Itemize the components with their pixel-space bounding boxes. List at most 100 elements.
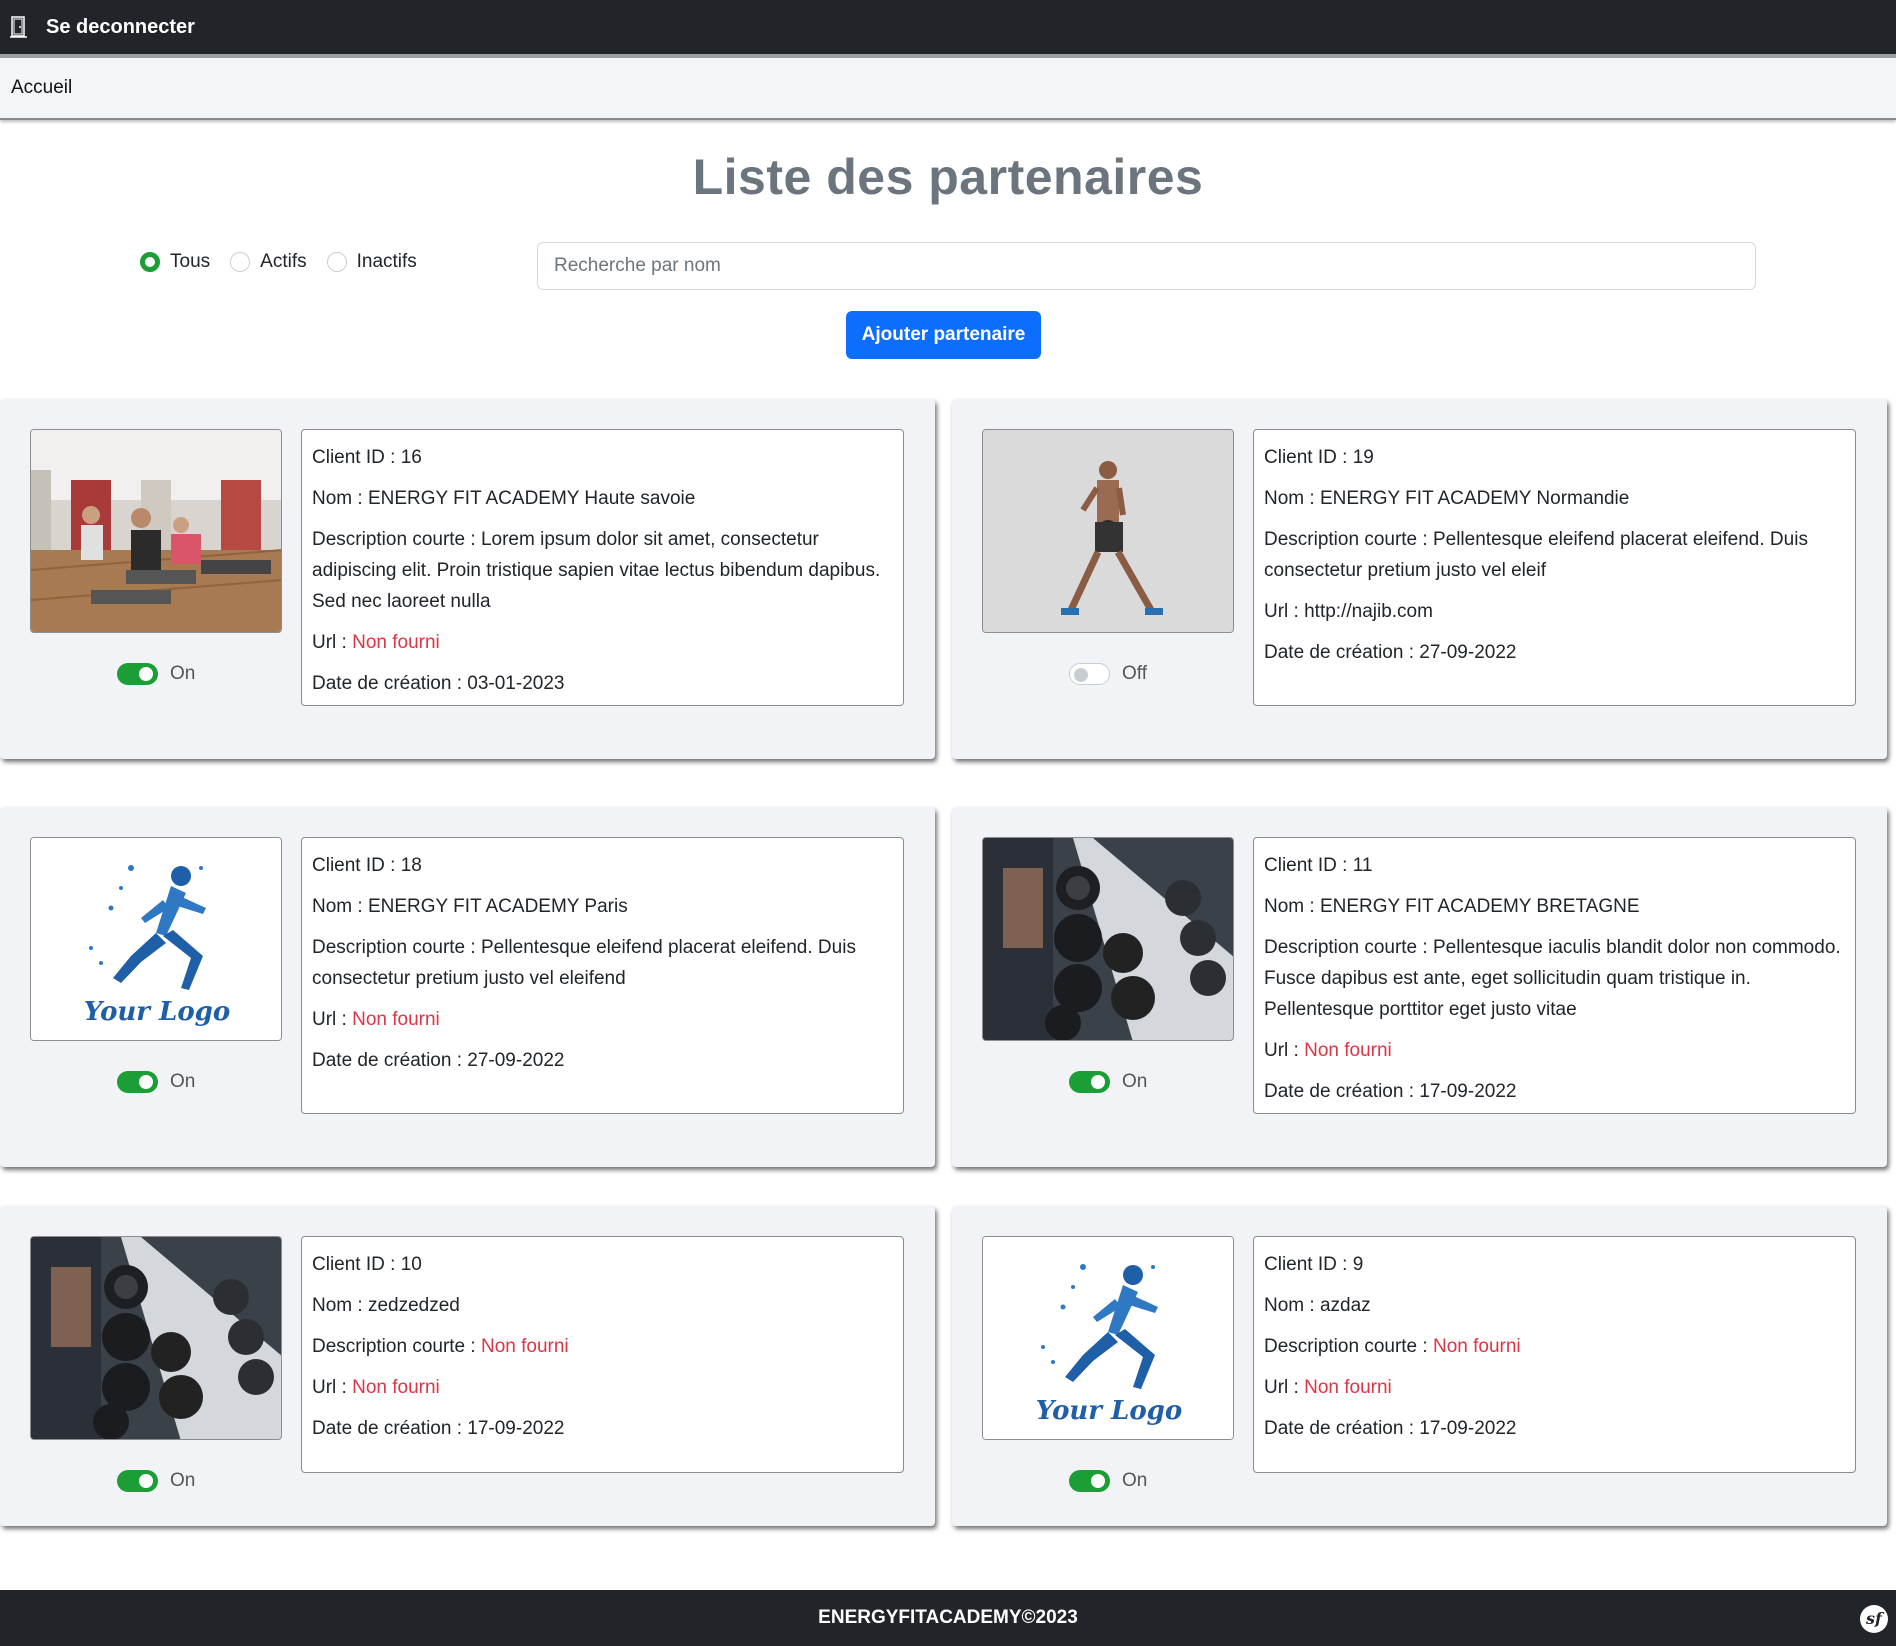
partner-description: Non fourni	[1432, 1336, 1521, 1357]
date-row: Date de création : 17-09-2022	[312, 1418, 565, 1439]
toggle-switch-icon[interactable]	[1069, 1071, 1110, 1093]
navbar: Accueil	[0, 58, 1896, 120]
description-row: Description courte : Lorem ipsum dolor s…	[312, 529, 881, 612]
client-id-row: Client ID : 10	[312, 1254, 422, 1275]
status-label: On	[170, 1470, 196, 1491]
name-row: Nom : ENERGY FIT ACADEMY Paris	[312, 896, 628, 917]
partner-card: Off Client ID : 19 Nom : ENERGY FIT ACAD…	[952, 399, 1887, 759]
partner-image: Your Logo	[30, 837, 282, 1041]
status-label: On	[170, 663, 196, 684]
description-row: Description courte : Non fourni	[312, 1336, 569, 1357]
name-row: Nom : zedzedzed	[312, 1295, 460, 1316]
toggle-switch-icon[interactable]	[1069, 1470, 1110, 1492]
status-label: On	[170, 1071, 196, 1092]
client-id: 10	[400, 1254, 422, 1275]
description-row: Description courte : Pellentesque eleife…	[312, 937, 856, 989]
partner-url[interactable]: http://najib.com	[1304, 601, 1433, 622]
partner-name: zedzedzed	[367, 1295, 460, 1316]
status-toggle[interactable]: On	[1069, 1071, 1147, 1093]
radio-all-icon[interactable]	[140, 252, 160, 272]
client-id: 11	[1352, 855, 1373, 876]
toggle-switch-icon[interactable]	[117, 1470, 158, 1492]
client-id: 18	[400, 855, 422, 876]
creation-date: 17-09-2022	[1419, 1418, 1517, 1439]
creation-date: 27-09-2022	[467, 1050, 565, 1071]
partner-name: ENERGY FIT ACADEMY Normandie	[1319, 488, 1630, 509]
your-logo-runner: Your Logo	[983, 1237, 1234, 1440]
status-toggle[interactable]: Off	[1069, 663, 1147, 685]
name-row: Nom : ENERGY FIT ACADEMY BRETAGNE	[1264, 896, 1640, 917]
client-id: 19	[1352, 447, 1374, 468]
logout-link[interactable]: Se deconnecter	[46, 16, 195, 39]
date-row: Date de création : 03-01-2023	[312, 673, 565, 694]
date-row: Date de création : 27-09-2022	[1264, 642, 1517, 663]
status-toggle[interactable]: On	[117, 1470, 195, 1492]
toggle-switch-icon[interactable]	[1069, 663, 1110, 685]
description-row: Description courte : Pellentesque eleife…	[1264, 529, 1808, 581]
nav-home-link[interactable]: Accueil	[11, 77, 72, 99]
athlete-kettlebell-photo	[983, 430, 1234, 633]
search-input[interactable]	[537, 242, 1756, 290]
creation-date: 17-09-2022	[1419, 1081, 1517, 1102]
partner-info: Client ID : 10 Nom : zedzedzed Descripti…	[301, 1236, 904, 1473]
filter-inactive-label: Inactifs	[356, 251, 417, 272]
date-row: Date de création : 17-09-2022	[1264, 1081, 1517, 1102]
toggle-switch-icon[interactable]	[117, 1071, 158, 1093]
footer-copyright: ENERGYFITACADEMY©2023	[818, 1607, 1078, 1628]
partner-card: On Client ID : 16 Nom : ENERGY FIT ACADE…	[0, 399, 935, 759]
client-id: 16	[400, 447, 422, 468]
top-bar: Se deconnecter	[0, 0, 1896, 54]
partner-name: azdaz	[1319, 1295, 1371, 1316]
filter-all[interactable]: Tous	[140, 251, 210, 273]
status-toggle[interactable]: On	[1069, 1470, 1147, 1492]
status-toggle[interactable]: On	[117, 663, 195, 685]
footer: ENERGYFITACADEMY©2023 sf	[0, 1590, 1896, 1646]
name-row: Nom : azdaz	[1264, 1295, 1371, 1316]
partner-image	[982, 837, 1234, 1041]
partner-info: Client ID : 16 Nom : ENERGY FIT ACADEMY …	[301, 429, 904, 706]
client-id-row: Client ID : 19	[1264, 447, 1374, 468]
your-logo-runner: Your Logo	[31, 838, 282, 1041]
dumbbell-rack-photo	[983, 838, 1234, 1041]
url-row: Url : Non fourni	[312, 632, 440, 653]
logo-text: Your Logo	[1036, 1396, 1182, 1426]
url-row: Url : http://najib.com	[1264, 601, 1433, 622]
creation-date: 27-09-2022	[1419, 642, 1517, 663]
fitness-class-photo	[31, 430, 282, 633]
filter-inactive[interactable]: Inactifs	[326, 251, 417, 273]
url-row: Url : Non fourni	[1264, 1377, 1392, 1398]
partner-image	[982, 429, 1234, 633]
page-title: Liste des partenaires	[692, 149, 1204, 205]
date-row: Date de création : 17-09-2022	[1264, 1418, 1517, 1439]
filter-active-label: Actifs	[260, 251, 307, 272]
date-row: Date de création : 27-09-2022	[312, 1050, 565, 1071]
symfony-icon[interactable]: sf	[1860, 1605, 1888, 1633]
dumbbell-rack-photo	[31, 1237, 282, 1440]
filter-active[interactable]: Actifs	[230, 251, 307, 273]
partner-description: Non fourni	[480, 1336, 569, 1357]
partner-info: Client ID : 9 Nom : azdaz Description co…	[1253, 1236, 1856, 1473]
partner-card: On Client ID : 10 Nom : zedzedzed Descri…	[0, 1206, 935, 1526]
partner-image	[30, 1236, 282, 1440]
status-filter-group: Tous Actifs Inactifs	[140, 251, 417, 273]
partner-name: ENERGY FIT ACADEMY Haute savoie	[367, 488, 696, 509]
partner-url: Non fourni	[352, 632, 440, 653]
partner-url: Non fourni	[1304, 1040, 1392, 1061]
creation-date: 03-01-2023	[467, 673, 565, 694]
status-label: On	[1122, 1470, 1148, 1491]
door-icon[interactable]	[10, 16, 28, 38]
name-row: Nom : ENERGY FIT ACADEMY Normandie	[1264, 488, 1630, 509]
partner-url: Non fourni	[352, 1377, 440, 1398]
partner-name: ENERGY FIT ACADEMY BRETAGNE	[1319, 896, 1640, 917]
client-id-row: Client ID : 16	[312, 447, 422, 468]
radio-inactive-icon[interactable]	[326, 252, 347, 272]
add-partner-button[interactable]: Ajouter partenaire	[846, 311, 1041, 359]
partner-info: Client ID : 18 Nom : ENERGY FIT ACADEMY …	[301, 837, 904, 1114]
name-row: Nom : ENERGY FIT ACADEMY Haute savoie	[312, 488, 696, 509]
client-id-row: Client ID : 11	[1264, 855, 1373, 876]
status-toggle[interactable]: On	[117, 1071, 195, 1093]
toggle-switch-icon[interactable]	[117, 663, 158, 685]
radio-active-icon[interactable]	[230, 252, 251, 272]
partner-url: Non fourni	[1304, 1377, 1392, 1398]
partner-card: On Client ID : 11 Nom : ENERGY FIT ACADE…	[952, 807, 1887, 1167]
